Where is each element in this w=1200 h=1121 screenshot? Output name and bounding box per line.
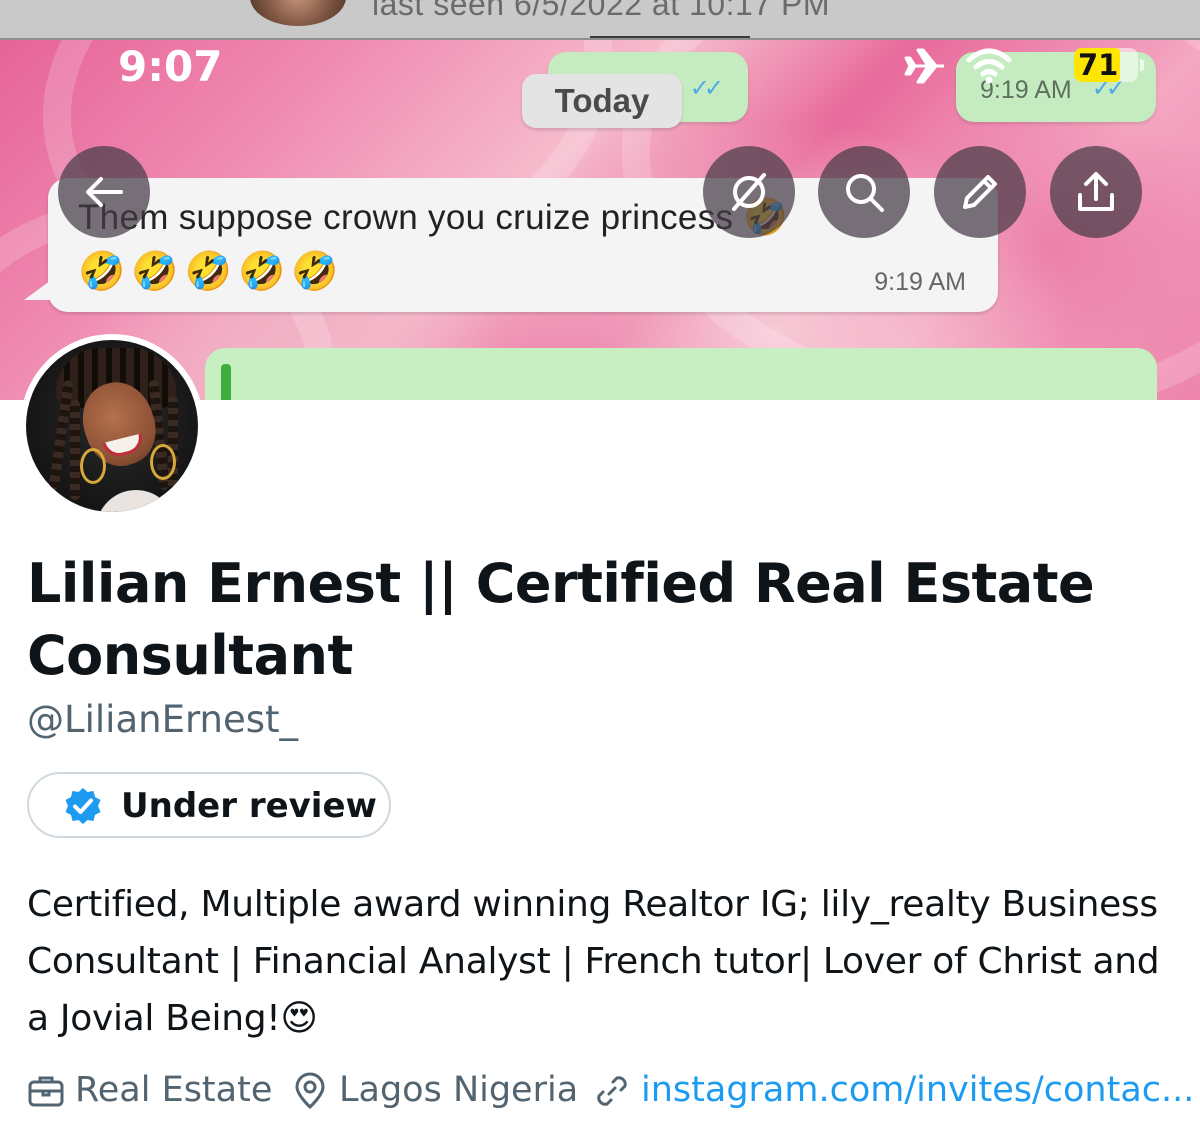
profile-category-label: Real Estate xyxy=(75,1070,273,1110)
outgoing-reply-bubble xyxy=(205,348,1157,400)
profile-location-label: Lagos Nigeria xyxy=(339,1070,579,1110)
grok-icon xyxy=(732,173,766,211)
status-bar-icons: 71 xyxy=(878,46,1144,86)
edit-button[interactable] xyxy=(934,146,1026,238)
verification-status-badge[interactable]: Under review xyxy=(27,772,391,838)
date-separator: Today xyxy=(522,74,682,128)
chat-last-seen: last seen 6/5/2022 at 10:17 PM xyxy=(372,0,830,22)
briefcase-icon xyxy=(28,1076,64,1107)
avatar-photo xyxy=(26,340,198,512)
edit-pencil-icon xyxy=(963,175,997,209)
link-icon xyxy=(597,1076,627,1106)
battery-indicator: 71 xyxy=(1074,48,1144,82)
profile-banner[interactable]: last seen 6/5/2022 at 10:17 PM 9:07 ✓✓ T… xyxy=(0,0,1200,400)
verification-status-label: Under review xyxy=(121,786,377,826)
chat-header: last seen 6/5/2022 at 10:17 PM xyxy=(0,0,1200,40)
message-emojis: 🤣🤣🤣🤣🤣 xyxy=(78,251,345,293)
wifi-icon xyxy=(966,48,1012,84)
search-button[interactable] xyxy=(818,146,910,238)
quote-bar xyxy=(221,364,231,400)
airplane-mode-icon xyxy=(904,48,944,84)
share-button[interactable] xyxy=(1050,146,1142,238)
profile-avatar[interactable] xyxy=(20,334,204,518)
search-icon xyxy=(846,174,884,212)
share-icon xyxy=(1078,172,1114,211)
chat-contact-avatar xyxy=(250,0,346,26)
back-arrow-icon xyxy=(86,177,123,207)
status-bar-time: 9:07 xyxy=(118,42,223,91)
profile-meta-row: Real Estate Lagos Nigeria instagram.com/… xyxy=(27,1066,1197,1114)
message-text: Them suppose crown you cruize princess 🤣 xyxy=(78,196,788,238)
message-time: 9:19 AM xyxy=(874,268,966,296)
profile-display-name: Lilian Ernest || Certified Real Estate C… xyxy=(27,552,1095,687)
profile-bio: Certified, Multiple award winning Realto… xyxy=(27,884,1160,1039)
battery-level: 71 xyxy=(1078,48,1119,82)
grok-button[interactable] xyxy=(703,146,795,238)
location-pin-icon xyxy=(295,1072,325,1110)
profile-website-url[interactable]: instagram.com/invites/contac... xyxy=(641,1066,1194,1114)
verified-badge-icon xyxy=(65,788,101,824)
chat-header-divider xyxy=(590,36,750,38)
read-receipt-icon: ✓✓ xyxy=(689,75,724,102)
back-button[interactable] xyxy=(58,146,150,238)
profile-handle: @LilianErnest_ xyxy=(27,698,299,741)
